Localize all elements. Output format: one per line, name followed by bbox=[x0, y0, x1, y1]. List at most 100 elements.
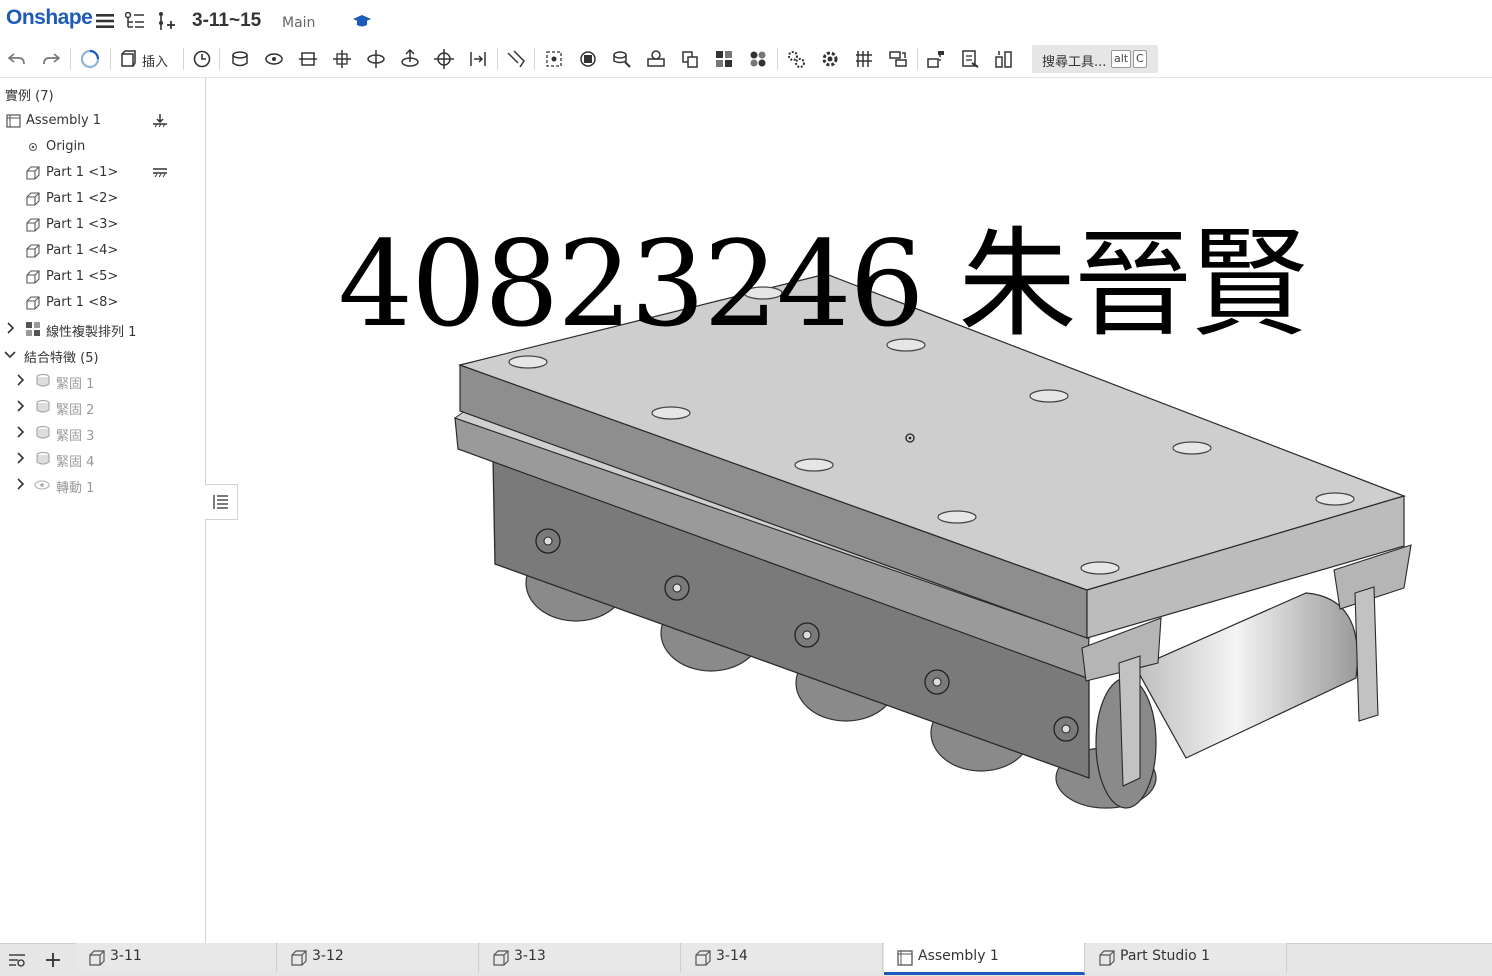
gear-relation-icon[interactable] bbox=[644, 47, 668, 71]
roller-assembly-model[interactable] bbox=[206, 78, 1492, 943]
fastened-mate-icon bbox=[36, 399, 50, 413]
add-tab-icon[interactable] bbox=[42, 949, 64, 971]
chevron-right-icon[interactable] bbox=[4, 322, 16, 334]
gear-icon[interactable] bbox=[818, 47, 842, 71]
tab-3-12[interactable]: 3-12 bbox=[278, 943, 479, 972]
replace-part-icon[interactable] bbox=[886, 47, 910, 71]
part-instance-icon bbox=[26, 166, 40, 180]
mate-label: 緊固 3 bbox=[56, 429, 95, 444]
chevron-right-icon[interactable] bbox=[14, 374, 26, 386]
tree-item-part[interactable]: Part 1 <2> bbox=[0, 188, 205, 210]
tab-label: Assembly 1 bbox=[918, 948, 999, 964]
toolbar-separator bbox=[917, 48, 918, 70]
tangent-mate-icon[interactable] bbox=[504, 47, 528, 71]
tab-assembly-1[interactable]: Assembly 1 bbox=[884, 943, 1085, 975]
assembly-icon bbox=[897, 950, 913, 966]
redo-icon[interactable] bbox=[39, 47, 63, 71]
tree-item-mate[interactable]: 緊固 3 bbox=[0, 422, 205, 444]
linear-pattern-icon[interactable] bbox=[712, 47, 736, 71]
part-studio-icon bbox=[1099, 950, 1115, 966]
part-label: Part 1 <8> bbox=[46, 295, 119, 310]
tree-item-part[interactable]: Part 1 <3> bbox=[0, 214, 205, 236]
toolbar-separator bbox=[183, 48, 184, 70]
tree-item-part[interactable]: Part 1 <8> bbox=[0, 292, 205, 314]
mate-label: 緊固 1 bbox=[56, 377, 95, 392]
tree-item-mate[interactable]: 緊固 2 bbox=[0, 396, 205, 418]
hamburger-menu-icon[interactable] bbox=[95, 11, 115, 31]
document-title[interactable]: 3-11~15 bbox=[192, 10, 261, 32]
group-icon[interactable] bbox=[576, 47, 600, 71]
part-instance-icon bbox=[26, 270, 40, 284]
tree-item-mate[interactable]: 轉動 1 bbox=[0, 474, 205, 496]
tree-item-part[interactable]: Part 1 <5> bbox=[0, 266, 205, 288]
assembly-label: Assembly 1 bbox=[26, 113, 102, 128]
mate-label: 緊固 2 bbox=[56, 403, 95, 418]
part-label: Part 1 <1> bbox=[46, 165, 119, 180]
linear-pattern-label: 線性複製排列 1 bbox=[46, 325, 137, 340]
mates-header-label: 結合特徵 (5) bbox=[24, 351, 99, 366]
chevron-right-icon[interactable] bbox=[14, 452, 26, 464]
chevron-right-icon[interactable] bbox=[14, 400, 26, 412]
onshape-logo[interactable]: Onshape bbox=[6, 6, 93, 30]
tab-manager-icon[interactable] bbox=[6, 949, 28, 971]
tab-label: 3-11 bbox=[110, 948, 142, 964]
fastened-mate-icon bbox=[36, 425, 50, 439]
tab-3-13[interactable]: 3-13 bbox=[480, 943, 681, 972]
tree-item-linear-pattern[interactable]: 線性複製排列 1 bbox=[0, 318, 205, 340]
measure-icon[interactable] bbox=[992, 47, 1016, 71]
standard-content-icon[interactable] bbox=[784, 47, 808, 71]
fastened-mate-icon[interactable] bbox=[228, 47, 252, 71]
tree-item-origin[interactable]: Origin bbox=[0, 136, 205, 158]
tree-item-assembly[interactable]: Assembly 1 bbox=[0, 110, 205, 132]
chevron-down-icon[interactable] bbox=[4, 348, 16, 360]
revolute-mate-icon[interactable] bbox=[262, 47, 286, 71]
tab-3-11[interactable]: 3-11 bbox=[76, 943, 277, 972]
relation-icon[interactable] bbox=[610, 47, 634, 71]
tree-item-mate[interactable]: 緊固 1 bbox=[0, 370, 205, 392]
circular-pattern-icon[interactable] bbox=[746, 47, 770, 71]
part-studio-icon bbox=[291, 950, 307, 966]
mate-connector-icon[interactable] bbox=[542, 47, 566, 71]
part-instance-icon bbox=[26, 244, 40, 258]
rack-pinion-icon[interactable] bbox=[678, 47, 702, 71]
fixed-part-icon[interactable] bbox=[152, 165, 168, 181]
chevron-right-icon[interactable] bbox=[14, 426, 26, 438]
insert-version-icon[interactable] bbox=[156, 11, 176, 31]
insert-icon[interactable] bbox=[116, 47, 140, 71]
toolbar-separator bbox=[497, 48, 498, 70]
pin-slot-mate-icon[interactable] bbox=[398, 47, 422, 71]
planar-mate-icon[interactable] bbox=[330, 47, 354, 71]
tree-item-part[interactable]: Part 1 <1> bbox=[0, 162, 205, 184]
feature-list-icon[interactable] bbox=[125, 11, 145, 31]
tree-item-mates-folder[interactable]: 結合特徵 (5) bbox=[0, 344, 205, 366]
origin-icon bbox=[29, 143, 37, 151]
tab-label: 3-14 bbox=[716, 948, 748, 964]
cylindrical-mate-icon[interactable] bbox=[364, 47, 388, 71]
history-icon[interactable] bbox=[190, 47, 214, 71]
instances-header[interactable]: 實例 (7) bbox=[0, 82, 205, 104]
mate-label: 緊固 4 bbox=[56, 455, 95, 470]
part-studio-icon bbox=[493, 950, 509, 966]
fixed-ground-icon[interactable] bbox=[152, 113, 168, 129]
part-instance-icon bbox=[26, 296, 40, 310]
replicate-icon[interactable] bbox=[852, 47, 876, 71]
tab-part-studio-1[interactable]: Part Studio 1 bbox=[1086, 943, 1287, 972]
tree-item-mate[interactable]: 緊固 4 bbox=[0, 448, 205, 470]
named-position-icon[interactable] bbox=[958, 47, 982, 71]
branch-label[interactable]: Main bbox=[282, 15, 315, 31]
tree-item-part[interactable]: Part 1 <4> bbox=[0, 240, 205, 262]
chevron-right-icon[interactable] bbox=[14, 478, 26, 490]
part-instance-icon bbox=[26, 218, 40, 232]
insert-button-label[interactable]: 插入 bbox=[142, 51, 168, 70]
slider-mate-icon[interactable] bbox=[296, 47, 320, 71]
explode-view-icon[interactable] bbox=[924, 47, 948, 71]
undo-icon[interactable] bbox=[5, 47, 29, 71]
learning-center-icon[interactable] bbox=[352, 11, 372, 31]
search-tools-button[interactable]: 搜尋工具... alt C bbox=[1032, 45, 1158, 73]
instances-header-label: 實例 (7) bbox=[5, 89, 54, 104]
graphics-viewport[interactable] bbox=[206, 78, 1492, 943]
regenerate-icon[interactable] bbox=[78, 47, 102, 71]
parallel-mate-icon[interactable] bbox=[466, 47, 490, 71]
ball-mate-icon[interactable] bbox=[432, 47, 456, 71]
tab-3-14[interactable]: 3-14 bbox=[682, 943, 883, 972]
